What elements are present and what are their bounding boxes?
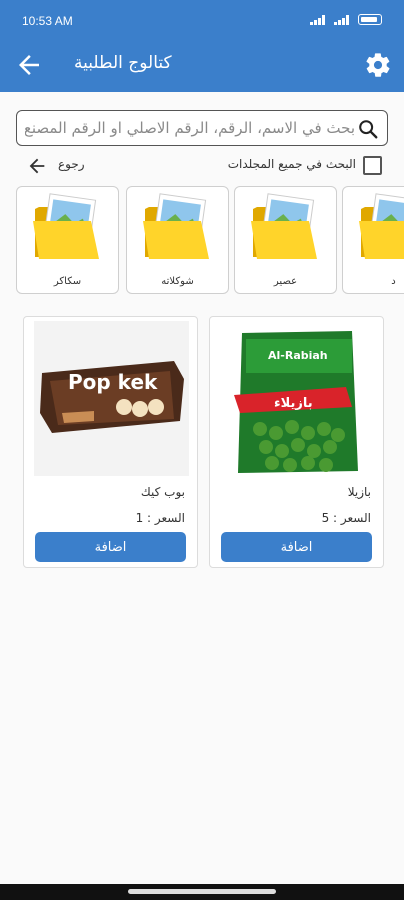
search-all-folders-checkbox[interactable] — [363, 156, 382, 175]
catalog-screen: 10:53 AM كتالوج الطلبية رجوع البحث في جم… — [0, 0, 404, 900]
search-input[interactable] — [25, 116, 355, 140]
signal-icon — [334, 14, 352, 25]
back-arrow-icon[interactable] — [26, 155, 48, 177]
product-image: Pop kek — [34, 321, 189, 476]
folder-icon — [143, 193, 209, 259]
home-handle[interactable] — [128, 889, 276, 894]
folder-name: عصير — [273, 276, 298, 287]
folder-icon — [359, 193, 404, 259]
product-brand-text: Pop kek — [68, 370, 158, 394]
status-bar: 10:53 AM — [0, 0, 404, 38]
app-bar: كتالوج الطلبية — [0, 38, 404, 92]
product-price: السعر : 5 — [321, 511, 371, 525]
product-image: Al-Rabiah بازيلاء — [220, 321, 375, 476]
add-button[interactable]: اضافة — [35, 532, 186, 562]
status-icons — [310, 14, 382, 25]
signal-icon — [310, 14, 328, 25]
folder-name: د — [391, 276, 396, 287]
product-price: السعر : 1 — [135, 511, 185, 525]
folder-strip[interactable]: سكاكر شوكلاته عصير د — [0, 186, 404, 296]
back-arrow-icon[interactable] — [14, 50, 44, 80]
product-name: بازيلا — [347, 485, 371, 499]
battery-icon — [358, 14, 382, 25]
search-icon[interactable] — [357, 118, 379, 140]
folder-card[interactable]: عصير — [234, 186, 337, 294]
gear-icon[interactable] — [364, 51, 392, 79]
search-all-folders-label[interactable]: البحث في جميع المجلدات — [228, 157, 356, 171]
system-nav-bar — [0, 884, 404, 900]
folder-icon — [251, 193, 317, 259]
folder-card[interactable]: د — [342, 186, 404, 294]
folder-name: شوكلاته — [161, 276, 194, 287]
back-label[interactable]: رجوع — [58, 157, 85, 171]
folder-card[interactable]: شوكلاته — [126, 186, 229, 294]
folder-icon — [33, 193, 99, 259]
folder-card[interactable]: سكاكر — [16, 186, 119, 294]
product-image-label: بازيلاء — [274, 396, 313, 411]
folder-name: سكاكر — [53, 276, 82, 287]
search-box — [16, 110, 388, 146]
product-card[interactable]: Al-Rabiah بازيلاء بازيلا السعر : 5 اضافة — [209, 316, 384, 568]
product-card[interactable]: Pop kek بوب كيك السعر : 1 اضافة — [23, 316, 198, 568]
product-name: بوب كيك — [140, 485, 185, 499]
status-time: 10:53 AM — [22, 14, 73, 28]
add-button[interactable]: اضافة — [221, 532, 372, 562]
page-title: كتالوج الطلبية — [74, 53, 172, 73]
product-brand-text: Al-Rabiah — [268, 349, 328, 362]
